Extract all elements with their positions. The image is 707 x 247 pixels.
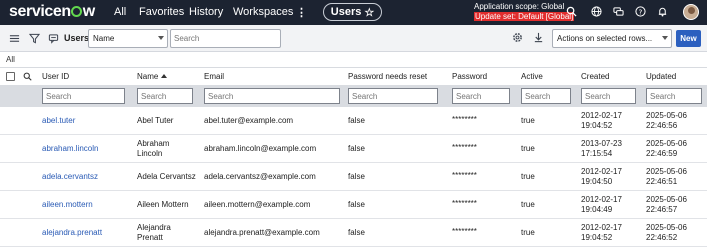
password-cell: ******** (452, 227, 477, 236)
table-header: User ID Name Email Password needs reset … (0, 67, 707, 85)
logo-o-mark (71, 6, 83, 17)
password-cell: ******** (452, 143, 477, 152)
password-reset-cell: false (348, 116, 365, 125)
user-id-link[interactable]: adela.cervantsz (42, 172, 98, 182)
search-password-input[interactable] (452, 88, 510, 104)
name-cell: Aileen Mottern (137, 200, 189, 209)
email-cell: abel.tuter@example.com (204, 116, 294, 125)
table-row: abel.tuter Abel Tuter abel.tuter@example… (0, 107, 707, 135)
column-search-row (0, 85, 707, 107)
search-email-input[interactable] (204, 88, 340, 104)
password-reset-cell: false (348, 228, 365, 237)
select-all-checkbox[interactable] (6, 72, 15, 81)
password-reset-cell: false (348, 200, 365, 209)
search-password-reset-input[interactable] (348, 88, 438, 104)
updated-cell: 2025-05-06 22:46:51 (646, 167, 687, 186)
search-user-id-input[interactable] (42, 88, 125, 104)
column-header-updated[interactable]: Updated (646, 72, 676, 81)
search-active-input[interactable] (521, 88, 571, 104)
column-header-created[interactable]: Created (581, 72, 609, 81)
updated-cell: 2025-05-06 22:46:59 (646, 139, 687, 158)
globe-icon[interactable] (591, 6, 602, 17)
updated-cell: 2025-05-06 22:46:52 (646, 223, 687, 242)
email-cell: aileen.mottern@example.com (204, 200, 311, 209)
context-menu-icon[interactable] (48, 33, 59, 44)
table-row: adela.cervantsz Adela Cervantsz adela.ce… (0, 163, 707, 191)
star-icon[interactable]: ☆ (364, 6, 374, 19)
column-header-name[interactable]: Name (137, 72, 168, 81)
name-cell: Abraham Lincoln (137, 139, 170, 158)
list-search-input[interactable] (170, 29, 281, 48)
email-cell: abraham.lincoln@example.com (204, 144, 317, 153)
updated-cell: 2025-05-06 22:46:56 (646, 111, 687, 130)
created-cell: 2013-07-23 17:15:54 (581, 139, 622, 158)
new-button[interactable]: New (676, 30, 701, 47)
bell-icon[interactable] (657, 6, 668, 17)
nav-workspaces[interactable]: Workspaces (233, 6, 293, 18)
settings-gear-icon[interactable] (512, 32, 523, 43)
filter-icon[interactable] (29, 33, 40, 44)
password-cell: ******** (452, 115, 477, 124)
more-menu-icon[interactable]: ⋮ (296, 6, 307, 19)
active-cell: true (521, 228, 535, 237)
active-cell: true (521, 144, 535, 153)
search-name-input[interactable] (137, 88, 193, 104)
svg-text:?: ? (639, 7, 643, 16)
list-title: Users (64, 33, 90, 43)
created-cell: 2012-02-17 19:04:52 (581, 223, 622, 242)
chat-icon[interactable] (613, 6, 624, 17)
help-icon[interactable]: ? (635, 6, 646, 17)
download-icon[interactable] (533, 32, 544, 43)
nav-history[interactable]: History (189, 6, 223, 18)
password-reset-cell: false (348, 172, 365, 181)
chevron-down-icon (662, 36, 668, 40)
actions-select[interactable]: Actions on selected rows... (552, 29, 672, 48)
created-cell: 2012-02-17 19:04:50 (581, 167, 622, 186)
user-id-link[interactable]: abraham.lincoln (42, 144, 98, 154)
active-cell: true (521, 116, 535, 125)
password-cell: ******** (452, 171, 477, 180)
tab-users[interactable]: Users ☆ (323, 3, 382, 21)
update-set-badge: Update set: Default [Global] (474, 12, 575, 21)
name-cell: Abel Tuter (137, 116, 174, 125)
user-id-link[interactable]: alejandra.prenatt (42, 228, 102, 238)
column-header-password[interactable]: Password (452, 72, 487, 81)
name-cell: Alejandra Prenatt (137, 223, 171, 242)
user-id-link[interactable]: abel.tuter (42, 116, 75, 126)
search-icon[interactable] (23, 72, 32, 81)
user-avatar[interactable] (683, 4, 699, 20)
search-updated-input[interactable] (646, 88, 702, 104)
column-header-email[interactable]: Email (204, 72, 224, 81)
active-cell: true (521, 200, 535, 209)
column-header-password-needs-reset[interactable]: Password needs reset (348, 72, 427, 81)
created-cell: 2012-02-17 19:04:52 (581, 111, 622, 130)
top-nav: servicen w All Favorites History Workspac… (0, 0, 707, 25)
nav-favorites[interactable]: Favorites (139, 6, 184, 18)
password-reset-cell: false (348, 144, 365, 153)
updated-cell: 2025-05-06 22:46:57 (646, 195, 687, 214)
email-cell: adela.cervantsz@example.com (204, 172, 316, 181)
active-cell: true (521, 172, 535, 181)
column-header-active[interactable]: Active (521, 72, 543, 81)
hamburger-menu-icon[interactable] (9, 33, 20, 44)
column-header-user-id[interactable]: User ID (42, 72, 69, 81)
chevron-down-icon (158, 36, 164, 40)
search-field-select[interactable]: Name (88, 29, 168, 48)
password-cell: ******** (452, 199, 477, 208)
list-toolbar: Users Name Actions on selected rows... N… (0, 25, 707, 52)
name-cell: Adela Cervantsz (137, 172, 196, 181)
created-cell: 2012-02-17 19:04:49 (581, 195, 622, 214)
app-scope-picker[interactable]: Application scope: Global Update set: De… (474, 2, 575, 22)
table-row: alejandra.prenatt Alejandra Prenatt aleja… (0, 219, 707, 247)
email-cell: alejandra.prenatt@example.com (204, 228, 320, 237)
table-row: abraham.lincoln Abraham Lincoln abraham.l… (0, 135, 707, 163)
table-row: aileen.mottern Aileen Mottern aileen.mot… (0, 191, 707, 219)
sort-ascending-icon (161, 74, 168, 78)
search-icon[interactable] (566, 6, 577, 17)
search-created-input[interactable] (581, 88, 636, 104)
nav-all[interactable]: All (114, 6, 126, 18)
breadcrumb-all[interactable]: All (6, 55, 15, 64)
servicenow-logo[interactable]: servicen w (9, 3, 95, 21)
user-id-link[interactable]: aileen.mottern (42, 200, 93, 210)
